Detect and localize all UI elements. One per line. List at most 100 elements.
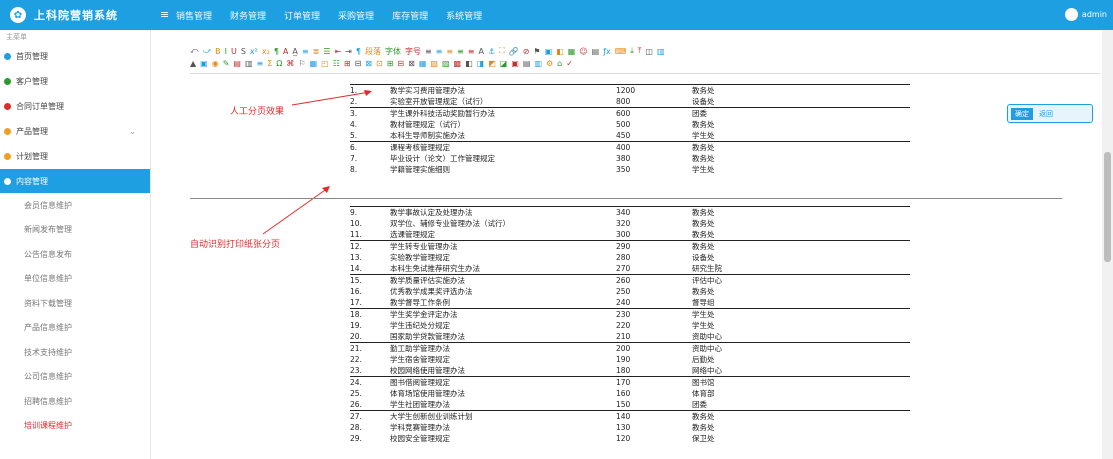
- toolbar-button[interactable]: ≡: [468, 47, 475, 56]
- toolbar-button[interactable]: ✓: [566, 59, 573, 68]
- toolbar-button[interactable]: ⊟: [355, 59, 362, 68]
- toolbar-button[interactable]: ¶: [274, 47, 279, 56]
- sidebar-subitem[interactable]: 公司信息维护: [0, 365, 150, 390]
- toolbar-button[interactable]: 段落: [365, 46, 381, 57]
- toolbar-button[interactable]: ▦: [419, 59, 427, 68]
- toolbar-button[interactable]: ⇤: [334, 47, 341, 56]
- toolbar-button[interactable]: ⊠: [365, 59, 372, 68]
- toolbar-button[interactable]: ¶: [356, 47, 361, 56]
- scrollbar-thumb[interactable]: [1104, 152, 1111, 262]
- top-nav-item[interactable]: 库存管理: [392, 9, 428, 22]
- sidebar-item[interactable]: 产品管理 ⌄: [0, 119, 150, 144]
- toolbar-button[interactable]: ◨: [477, 59, 485, 68]
- document-area[interactable]: 人工分页效果 自动识别打印纸张分页 1. 教学实习费用管理办法 1200 教务处 2. 实…: [190, 80, 1100, 459]
- sidebar-subitem[interactable]: 培训课程维护: [0, 414, 150, 439]
- toolbar-button[interactable]: ☷: [333, 59, 340, 68]
- toolbar-button[interactable]: 🔗: [509, 47, 519, 56]
- top-nav-item[interactable]: 系统管理: [446, 9, 482, 22]
- toolbar-button[interactable]: I: [225, 47, 227, 56]
- toolbar-button[interactable]: ▨: [442, 59, 450, 68]
- toolbar-button[interactable]: ◩: [488, 59, 496, 68]
- toolbar-button[interactable]: ⌘: [286, 59, 294, 68]
- toolbar-button[interactable]: ▣: [511, 59, 519, 68]
- toolbar-button[interactable]: ≣: [313, 47, 320, 56]
- toolbar-button[interactable]: ▣: [200, 59, 208, 68]
- toolbar-button[interactable]: ⚐: [298, 59, 305, 68]
- toolbar-button[interactable]: S: [241, 47, 246, 56]
- top-nav-item[interactable]: 财务管理: [230, 9, 266, 22]
- toolbar-button[interactable]: ⊞: [387, 59, 394, 68]
- sidebar-item[interactable]: 合同订单管理: [0, 94, 150, 119]
- toolbar-button[interactable]: ⊟: [397, 59, 404, 68]
- toolbar-button[interactable]: 字号: [405, 46, 421, 57]
- toolbar-button[interactable]: ▦: [310, 59, 318, 68]
- toolbar-button[interactable]: ≡: [302, 47, 309, 56]
- menu-toggle-icon[interactable]: ≡: [160, 8, 169, 21]
- toolbar-button[interactable]: ⤺: [190, 46, 199, 56]
- toolbar-button[interactable]: ▤: [233, 59, 241, 68]
- toolbar-button[interactable]: ⊞: [344, 59, 351, 68]
- top-nav-item[interactable]: 销售管理: [176, 9, 212, 22]
- toolbar-button[interactable]: ▧: [430, 59, 438, 68]
- sidebar-item[interactable]: 首页管理: [0, 44, 150, 69]
- toolbar-button[interactable]: ⤓: [630, 46, 634, 56]
- toolbar-button[interactable]: ◫: [645, 47, 653, 56]
- toolbar-button[interactable]: B: [215, 47, 221, 56]
- toolbar-button[interactable]: ▩: [454, 59, 462, 68]
- toolbar-button[interactable]: ⚑: [533, 47, 540, 56]
- sidebar-item-active[interactable]: 内容管理: [0, 169, 150, 193]
- sidebar-subitem[interactable]: 新闻发布管理: [0, 218, 150, 243]
- toolbar-button[interactable]: ▤: [523, 59, 531, 68]
- toolbar-button[interactable]: ƒx: [603, 47, 611, 56]
- toolbar-button[interactable]: ◪: [500, 59, 508, 68]
- sidebar-item[interactable]: 计划管理: [0, 144, 150, 169]
- toolbar-button[interactable]: A̲: [292, 47, 297, 56]
- user-menu[interactable]: admin: [1064, 8, 1107, 21]
- toolbar-button[interactable]: Ω: [276, 59, 282, 68]
- toolbar-button[interactable]: A: [478, 47, 483, 56]
- toolbar-button[interactable]: ⚙: [546, 59, 553, 68]
- toolbar-button[interactable]: ≡: [457, 47, 464, 56]
- sidebar-subitem[interactable]: 单位信息维护: [0, 267, 150, 292]
- toolbar-button[interactable]: ◰: [321, 59, 329, 68]
- top-nav-item[interactable]: 订单管理: [284, 9, 320, 22]
- side-action-button[interactable]: 确定 返回: [1007, 104, 1093, 123]
- sidebar-subitem[interactable]: 招聘信息维护: [0, 389, 150, 414]
- toolbar-button[interactable]: ≡: [425, 47, 432, 56]
- toolbar-button[interactable]: A: [283, 47, 288, 56]
- toolbar-button[interactable]: ⊠: [408, 59, 415, 68]
- toolbar-button[interactable]: ⊘: [523, 47, 530, 56]
- toolbar-button[interactable]: ▥: [245, 59, 253, 68]
- back-button[interactable]: 返回: [1039, 109, 1053, 119]
- toolbar-button[interactable]: 字体: [385, 46, 401, 57]
- toolbar-button[interactable]: ✎: [223, 59, 230, 68]
- sidebar-subitem[interactable]: 技术支持维护: [0, 340, 150, 365]
- toolbar-button[interactable]: ⌂: [557, 59, 562, 68]
- toolbar-button[interactable]: ◉: [212, 59, 219, 68]
- toolbar-button[interactable]: ◧: [556, 47, 564, 56]
- toolbar-button[interactable]: ▥: [534, 59, 542, 68]
- sidebar-subitem[interactable]: 会员信息维护: [0, 193, 150, 218]
- toolbar-button[interactable]: ⇥: [345, 47, 352, 56]
- toolbar-button[interactable]: ◧: [465, 59, 473, 68]
- brand[interactable]: ✿ 上科院营销系统: [10, 6, 118, 24]
- sidebar-subitem[interactable]: 产品信息维护: [0, 316, 150, 341]
- toolbar-button[interactable]: ☰: [323, 47, 330, 56]
- toolbar-button[interactable]: ≡: [257, 59, 264, 68]
- toolbar-button[interactable]: ▤: [592, 47, 600, 56]
- toolbar-button[interactable]: ▲: [190, 59, 196, 68]
- toolbar-button[interactable]: Σ: [267, 59, 272, 68]
- sidebar-item[interactable]: 客户管理: [0, 69, 150, 94]
- toolbar-button[interactable]: ⌨: [615, 47, 627, 56]
- toolbar-button[interactable]: ≡: [446, 47, 453, 56]
- toolbar-button[interactable]: ⛶: [499, 46, 505, 56]
- sidebar-subitem[interactable]: 资料下载管理: [0, 291, 150, 316]
- top-nav-item[interactable]: 采购管理: [338, 9, 374, 22]
- toolbar-button[interactable]: U: [231, 47, 237, 56]
- toolbar-button[interactable]: ⤻: [203, 46, 212, 56]
- toolbar-button[interactable]: ⤒: [638, 46, 642, 56]
- toolbar-button[interactable]: ▦: [568, 47, 576, 56]
- toolbar-button[interactable]: ⚓: [488, 47, 495, 56]
- sidebar-subitem[interactable]: 公告信息发布: [0, 242, 150, 267]
- toolbar-button[interactable]: ⊡: [376, 59, 383, 68]
